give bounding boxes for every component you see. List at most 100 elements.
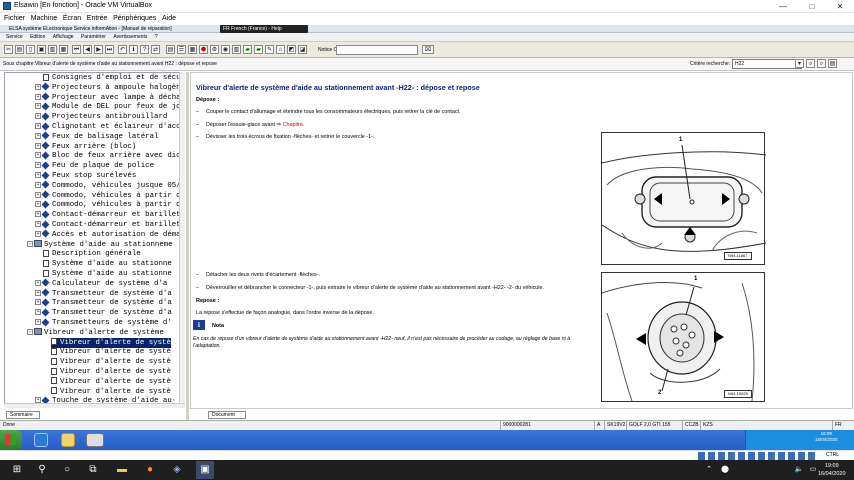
menu-entree[interactable]: Entrée — [87, 13, 108, 24]
tree-item[interactable]: + Projecteurs antibrouillard — [35, 112, 167, 122]
ie-icon[interactable] — [34, 433, 48, 447]
stop-icon[interactable]: ⬢ — [199, 45, 208, 54]
criteria-input[interactable]: H22 — [732, 59, 802, 69]
pane-splitter[interactable] — [186, 72, 189, 420]
doc-icon[interactable]: ▤ — [166, 45, 175, 54]
file-explorer-icon[interactable]: ▬ — [113, 461, 131, 479]
expand-toggle-icon[interactable]: + — [35, 162, 41, 169]
tree-item[interactable]: + Calculateur de système d'a — [35, 278, 167, 289]
firefox-icon[interactable]: ● — [141, 461, 159, 479]
gallery-icon[interactable]: ▦ — [59, 45, 68, 54]
tree-item[interactable]: + Transmetteur de système d'a — [35, 288, 172, 299]
expand-toggle-icon[interactable]: + — [35, 132, 41, 139]
export-icon[interactable]: ◪ — [298, 45, 307, 54]
tab-document[interactable]: Document — [208, 411, 246, 419]
tree-item[interactable]: Système d'aide au stationne — [43, 269, 172, 279]
first-icon[interactable]: ⏮ — [72, 45, 81, 54]
menu-peripheriques[interactable]: Périphériques — [113, 13, 156, 24]
last-icon[interactable]: ⏭ — [105, 45, 114, 54]
tree-item[interactable]: Vibreur d'alerte de systè — [51, 347, 171, 357]
maximize-button[interactable]: □ — [798, 0, 826, 13]
tree-item[interactable]: + Clignotant et éclaireur d'acc — [35, 122, 181, 132]
back-icon[interactable]: ◀ — [83, 45, 92, 54]
expand-toggle-icon[interactable]: + — [35, 152, 41, 159]
contents-tree[interactable]: Consignes d'emploi et de sécu· + Projecteu… — [4, 72, 185, 407]
lock-icon[interactable]: ⌂ — [276, 45, 285, 54]
settings-icon[interactable]: ◩ — [287, 45, 296, 54]
menu-edition[interactable]: Edition — [30, 33, 45, 42]
language-bar[interactable]: FR French (France) · Help — [220, 25, 308, 33]
elsawin-vm-icon[interactable]: ▣ — [196, 461, 214, 479]
notice-go-icon[interactable]: ⌧ — [422, 45, 434, 54]
expand-toggle-icon[interactable]: + — [35, 289, 41, 296]
search-next-icon[interactable]: ⌕ — [817, 59, 826, 68]
tree-item[interactable]: + Projecteur avec lampe à décha — [35, 92, 181, 103]
forward-icon[interactable]: ▶ — [94, 45, 103, 54]
save-icon[interactable]: ▣ — [37, 45, 46, 54]
tree-item[interactable]: + Module de DEL pour feux de jo — [35, 102, 181, 112]
tree-item[interactable]: + Feux stop surélevés — [35, 171, 136, 181]
tree-item[interactable]: + Transmetteur de système d'a — [35, 298, 172, 308]
tree-item[interactable]: Vibreur d'alerte de systè — [51, 357, 171, 367]
table-icon[interactable]: ▥ — [232, 45, 241, 54]
expand-toggle-icon[interactable]: + — [35, 279, 41, 286]
folder-icon[interactable] — [61, 433, 75, 447]
print-icon[interactable]: ▤ — [15, 45, 24, 54]
expand-toggle-icon[interactable]: + — [35, 103, 41, 110]
menu-machine[interactable]: Machine — [31, 13, 57, 24]
tree-vertical-scrollbar[interactable] — [179, 72, 185, 407]
tree-item[interactable]: + Contact-démarreur et barillet — [35, 210, 181, 220]
tree-item[interactable]: − Système d'aide au stationneme — [27, 240, 173, 250]
search-icon[interactable]: ⚲ — [33, 461, 51, 479]
grid-icon[interactable]: ▦ — [188, 45, 197, 54]
search-icon[interactable]: ⌕ — [806, 59, 815, 68]
menu-aide[interactable]: Aide — [162, 13, 176, 24]
question-icon[interactable]: ? — [140, 45, 149, 54]
tree-item[interactable]: Vibreur d'alerte de systè — [51, 377, 171, 387]
windows-start-icon[interactable]: ⊞ — [8, 461, 26, 479]
tree-item[interactable]: Vibreur d'alerte de systè — [51, 337, 171, 348]
expand-toggle-icon[interactable]: + — [35, 181, 41, 188]
tree-item[interactable]: + Contact-démarreur et barillet — [35, 220, 181, 230]
expand-toggle-icon[interactable]: + — [35, 299, 41, 306]
expand-toggle-icon[interactable]: − — [27, 240, 33, 247]
tree-item[interactable]: + Feux de balisage latéral — [35, 131, 158, 142]
expand-toggle-icon[interactable]: + — [35, 83, 41, 90]
tree-item[interactable]: + Commodo, véhicules jusque 05/ — [35, 180, 181, 191]
tree-item[interactable]: + Bloc de feux arrière avec dic — [35, 151, 181, 161]
tree-item[interactable]: − Vibreur d'alerte de système — [27, 328, 164, 338]
menu-parametrer[interactable]: Paramètrer — [81, 33, 106, 42]
tree-item[interactable]: + Feux arrière (bloc) — [35, 141, 136, 152]
cortana-icon[interactable]: ○ — [58, 461, 76, 479]
tab-sommaire[interactable]: Sommaire — [6, 411, 40, 419]
tree-item[interactable]: + Commodo, véhicules à partir d — [35, 200, 181, 210]
menu-help[interactable]: ? — [155, 33, 158, 42]
task-view-icon[interactable]: ⧉ — [84, 461, 102, 479]
notice-input[interactable] — [336, 45, 418, 55]
view-icon[interactable]: ◉ — [221, 45, 230, 54]
car-icon[interactable]: ▰ — [254, 45, 263, 54]
elsa-task-icon[interactable] — [86, 433, 104, 447]
info-icon[interactable]: ℹ — [129, 45, 138, 54]
tree-item[interactable]: Consignes d'emploi et de sécu· — [43, 73, 184, 83]
undo-icon[interactable]: ↶ — [118, 45, 127, 54]
chapitre-link[interactable]: Chapitre. — [283, 122, 305, 128]
device-status-icons[interactable] — [698, 452, 818, 460]
tree-item[interactable]: + Transmetteur de système d'a — [35, 308, 172, 318]
tray-icons[interactable]: ⬤ — [716, 461, 734, 479]
tree-horizontal-scrollbar[interactable] — [4, 403, 185, 408]
tree-item[interactable]: + Feu de plaque de police — [35, 161, 154, 171]
tree-item[interactable]: + Transmetteurs de système d' — [35, 318, 172, 328]
vehicle-icon[interactable]: ▰ — [243, 45, 252, 54]
tree-item[interactable]: + Projecteurs à ampoule halogèn — [35, 82, 181, 93]
expand-toggle-icon[interactable]: + — [35, 201, 41, 208]
expand-toggle-icon[interactable]: + — [35, 230, 41, 237]
criteria-dropdown-icon[interactable]: ▾ — [795, 59, 804, 68]
expand-toggle-icon[interactable]: − — [27, 328, 33, 335]
menu-service[interactable]: Service — [6, 33, 23, 42]
search-book-icon[interactable]: ▤ — [828, 59, 837, 68]
menu-ecran[interactable]: Écran — [63, 13, 81, 24]
expand-toggle-icon[interactable]: + — [35, 309, 41, 316]
edit-icon[interactable]: ✎ — [265, 45, 274, 54]
expand-toggle-icon[interactable]: + — [35, 113, 41, 120]
